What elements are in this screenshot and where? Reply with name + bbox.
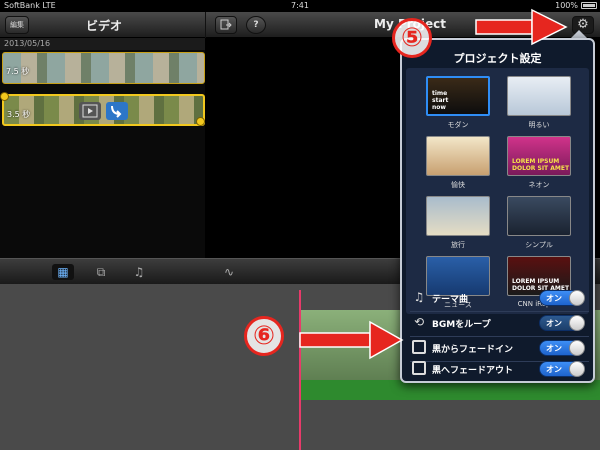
- theme-picker: time start now モダン 明るい 愉快 LOREM IPSUM DO…: [406, 68, 589, 314]
- media-browser: 2013/05/16 7.5 秒 3.5 秒: [0, 38, 205, 258]
- fade-in-toggle[interactable]: オン: [539, 340, 585, 356]
- battery-icon: [581, 2, 597, 9]
- option-theme-music: ♫ テーマ曲 オン: [406, 287, 589, 309]
- toggle-state: オン: [546, 319, 562, 328]
- loop-icon: ⟲: [413, 315, 425, 329]
- fade-in-icon: [412, 340, 426, 354]
- video-clip-1[interactable]: 7.5 秒: [2, 52, 205, 84]
- trim-handle-right[interactable]: [196, 117, 205, 126]
- import-icon: [220, 19, 232, 30]
- theme-thumb-text: time start now: [432, 90, 449, 111]
- theme-thumb-text: LOREM IPSUM DOLOR SIT AMET: [512, 158, 570, 172]
- audio-tab[interactable]: ♫: [128, 264, 150, 280]
- step-6-marker: ⑥: [244, 316, 284, 356]
- option-label: 黒からフェードイン: [432, 345, 514, 355]
- photos-icon: ⧉: [96, 265, 106, 279]
- theme-label: モダン: [447, 121, 469, 129]
- toggle-knob: [569, 315, 585, 331]
- waveform-icon: ∿: [223, 265, 235, 279]
- edit-button[interactable]: 編集: [5, 16, 29, 34]
- timeline-audio-track[interactable]: [300, 380, 600, 400]
- help-icon: ?: [253, 20, 259, 30]
- theme-music-toggle[interactable]: オン: [539, 290, 585, 306]
- loop-bgm-toggle[interactable]: オン: [539, 315, 585, 331]
- nav-divider: [205, 12, 206, 38]
- film-icon: ▦: [57, 265, 69, 279]
- option-label: 黒へフェードアウト: [432, 366, 514, 376]
- fade-out-icon: [412, 361, 426, 375]
- clip-duration: 3.5 秒: [7, 110, 31, 119]
- play-clip-button[interactable]: [79, 102, 101, 120]
- music-note-icon: ♫: [133, 265, 145, 279]
- popover-title: プロジェクト設定: [453, 52, 542, 65]
- waveform-button[interactable]: ∿: [218, 264, 240, 280]
- option-fade-in: 黒からフェードイン オン: [406, 337, 589, 359]
- project-settings-popover: プロジェクト設定 time start now モダン 明るい 愉快 LOREM…: [400, 38, 595, 383]
- option-label: BGMをループ: [432, 320, 491, 330]
- toggle-state: オン: [546, 344, 562, 353]
- option-label: テーマ曲: [432, 295, 469, 305]
- theme-playful[interactable]: [426, 136, 490, 176]
- step-5-arrow: [475, 8, 568, 46]
- toggle-knob: [569, 290, 585, 306]
- photos-tab[interactable]: ⧉: [90, 264, 112, 280]
- video-tab[interactable]: ▦: [52, 264, 74, 280]
- toggle-knob: [569, 340, 585, 356]
- theme-neon[interactable]: LOREM IPSUM DOLOR SIT AMET: [507, 136, 571, 176]
- option-fade-out: 黒へフェードアウト オン: [406, 358, 589, 380]
- curved-arrow-icon: [111, 105, 122, 118]
- add-to-project-button[interactable]: [106, 102, 128, 120]
- trim-handle-left[interactable]: [0, 92, 9, 101]
- clip-duration: 7.5 秒: [6, 67, 30, 76]
- theme-label: シンプル: [525, 241, 553, 249]
- toggle-state: オン: [546, 365, 562, 374]
- playhead[interactable]: [299, 290, 301, 450]
- browser-title: ビデオ: [86, 19, 123, 33]
- play-icon: [82, 104, 98, 118]
- theme-label: ネオン: [528, 181, 550, 189]
- import-button[interactable]: [215, 16, 237, 34]
- music-note-icon: ♫: [413, 290, 425, 304]
- help-button[interactable]: ?: [246, 16, 266, 34]
- step-5-marker: ⑤: [392, 18, 432, 58]
- theme-label: 旅行: [451, 241, 465, 249]
- clip-date: 2013/05/16: [0, 38, 205, 50]
- theme-modern[interactable]: time start now: [426, 76, 490, 116]
- video-clip-2[interactable]: 3.5 秒: [2, 94, 205, 126]
- theme-simple[interactable]: [507, 196, 571, 236]
- toggle-knob: [569, 361, 585, 377]
- toggle-state: オン: [546, 294, 562, 303]
- step-6-arrow: [299, 320, 404, 360]
- theme-travel[interactable]: [426, 196, 490, 236]
- theme-label: 明るい: [528, 121, 550, 129]
- theme-label: 愉快: [451, 181, 465, 189]
- fade-out-toggle[interactable]: オン: [539, 361, 585, 377]
- option-loop-bgm: ⟲ BGMをループ オン: [406, 312, 589, 334]
- theme-bright[interactable]: [507, 76, 571, 116]
